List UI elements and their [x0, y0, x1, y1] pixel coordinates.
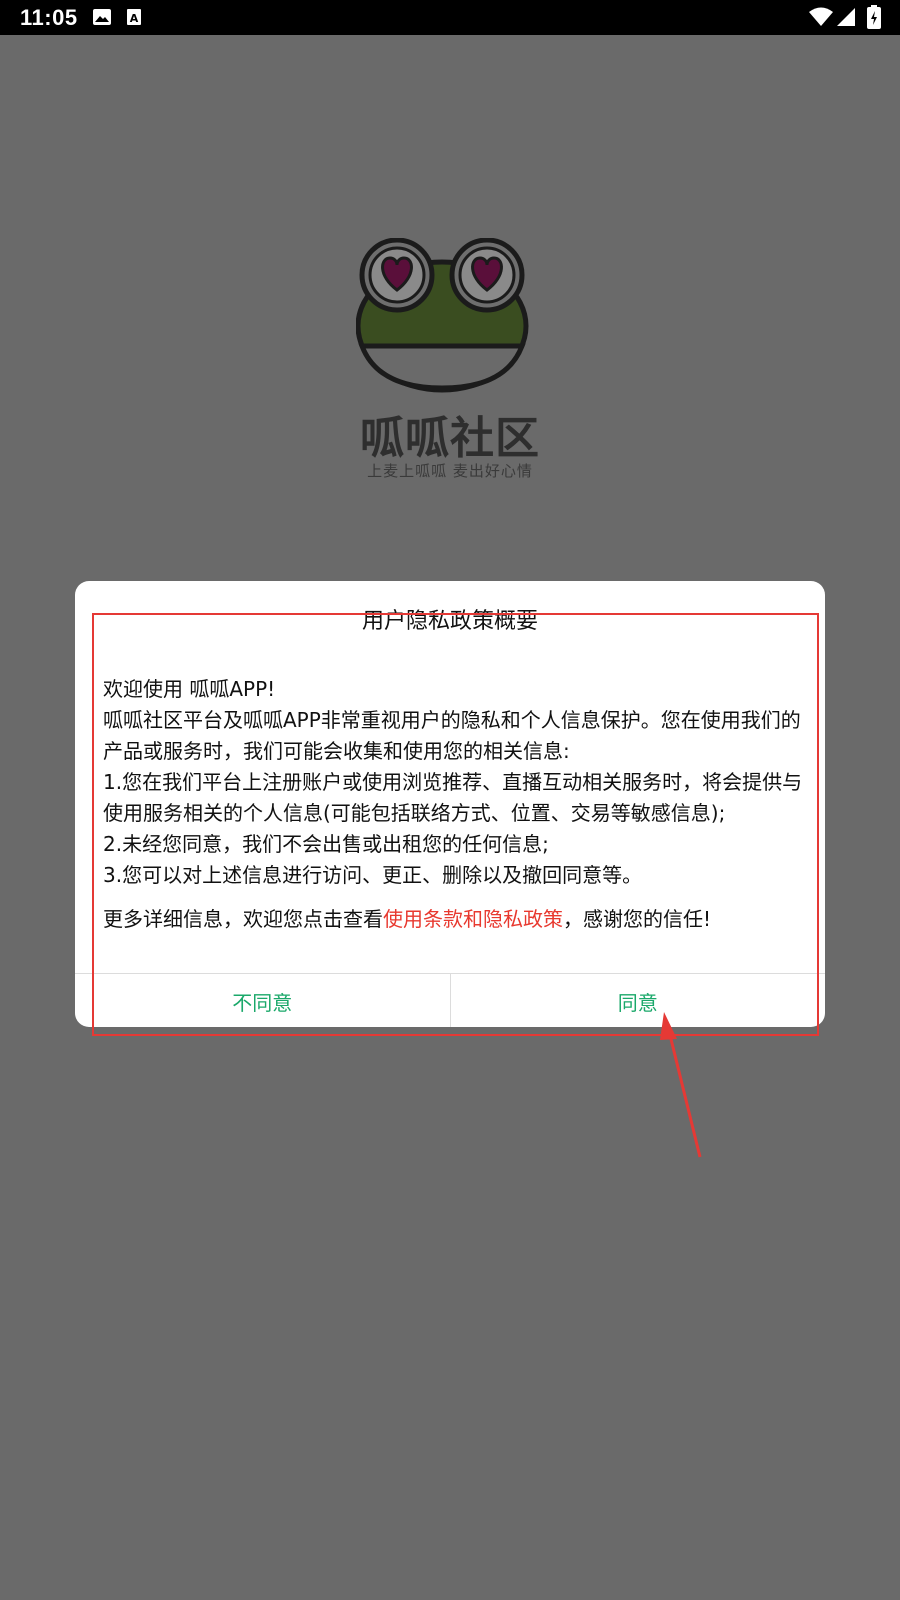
frog-logo: [355, 237, 540, 394]
text-a-icon: A: [126, 8, 142, 30]
svg-text:A: A: [130, 12, 139, 25]
wifi-icon: [808, 7, 834, 31]
app-name: 呱呱社区: [360, 413, 540, 464]
annotation-box: [92, 613, 819, 1036]
battery-icon: [867, 5, 881, 33]
signal-icon: [836, 7, 856, 31]
image-icon: [92, 8, 112, 30]
status-bar: 11:05 A: [0, 0, 900, 35]
app-slogan: 上麦上呱呱 麦出好心情: [367, 462, 533, 480]
status-time: 11:05: [20, 5, 78, 30]
